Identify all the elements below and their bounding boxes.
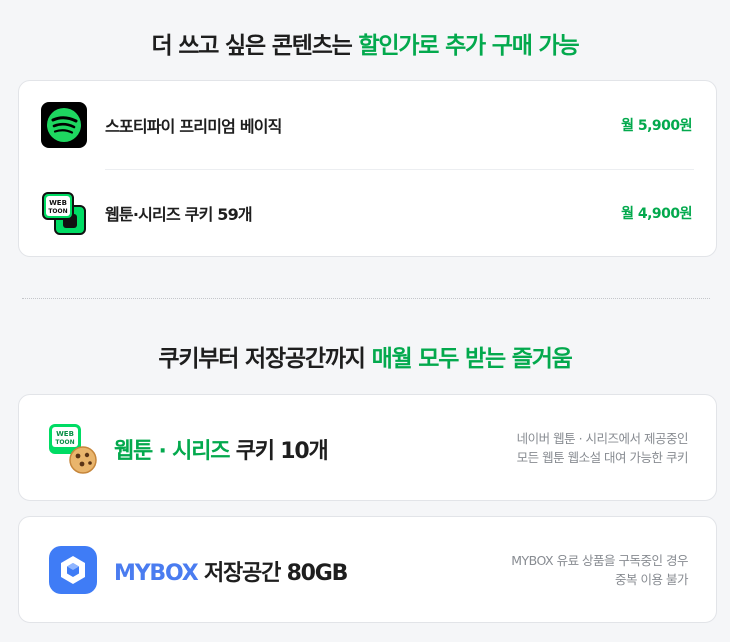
section1-heading-accent: 할인가로 추가 구매 가능 [358,33,579,59]
benefit-title: MYBOX 저장공간 80GB [114,555,348,587]
svg-text:TOON: TOON [55,439,74,446]
mybox-icon [49,546,97,594]
addon-item-price: 월 5,900원 [621,118,692,134]
section-divider [22,298,710,299]
svg-text:TOON: TOON [48,208,67,215]
benefit-desc-line: 중복 이용 불가 [615,572,688,587]
addon-list-card: 스포티파이 프리미엄 베이직 월 5,900원 WEB TOON 웹툰·시리즈 … [18,80,717,257]
benefit-card-cookies: WEB TOON 웹툰 · 시리즈 쿠키 10개 네이버 웹툰 · 시리즈에서 … [18,394,717,501]
addon-item-price: 월 4,900원 [621,206,692,222]
benefit-title-accent: 웹툰 · 시리즈 [114,439,230,464]
section2-heading: 쿠키부터 저장공간까지 매월 모두 받는 즐거움 [0,339,730,373]
benefit-description: MYBOX 유료 상품을 구독중인 경우 중복 이용 불가 [511,551,688,589]
benefit-desc-line: MYBOX 유료 상품을 구독중인 경우 [511,553,688,568]
addon-item-label: 스포티파이 프리미엄 베이직 [105,117,282,136]
webtoon-icon: WEB TOON [42,192,86,235]
svg-text:WEB: WEB [49,199,67,207]
benefit-title-rest: 쿠키 10개 [229,439,329,464]
benefit-title-rest: 저장공간 80GB [197,561,348,586]
svg-text:WEB: WEB [56,430,74,438]
benefit-title-accent: MYBOX [114,561,199,586]
addon-item-webtoon-cookies[interactable]: WEB TOON 웹툰·시리즈 쿠키 59개 월 4,900원 [19,169,716,257]
benefit-title: 웹툰 · 시리즈 쿠키 10개 [114,433,329,465]
benefit-card-mybox: MYBOX 저장공간 80GB MYBOX 유료 상품을 구독중인 경우 중복 … [18,516,717,623]
addon-item-spotify[interactable]: 스포티파이 프리미엄 베이직 월 5,900원 [19,81,716,169]
addon-item-label: 웹툰·시리즈 쿠키 59개 [105,205,253,224]
benefit-description: 네이버 웹툰 · 시리즈에서 제공중인 모든 웹툰 웹소설 대여 가능한 쿠키 [516,429,689,467]
spotify-icon [41,102,87,148]
section1-heading: 더 쓰고 싶은 콘텐츠는 할인가로 추가 구매 가능 [0,26,730,60]
section1-heading-prefix: 더 쓰고 싶은 콘텐츠는 [151,33,359,59]
webtoon-cookie-icon: WEB TOON [49,424,97,474]
benefit-desc-line: 모든 웹툰 웹소설 대여 가능한 쿠키 [516,450,689,465]
benefit-desc-line: 네이버 웹툰 · 시리즈에서 제공중인 [516,431,689,446]
section2-heading-accent: 매월 모두 받는 즐거움 [371,346,573,372]
section2-heading-prefix: 쿠키부터 저장공간까지 [158,346,372,372]
